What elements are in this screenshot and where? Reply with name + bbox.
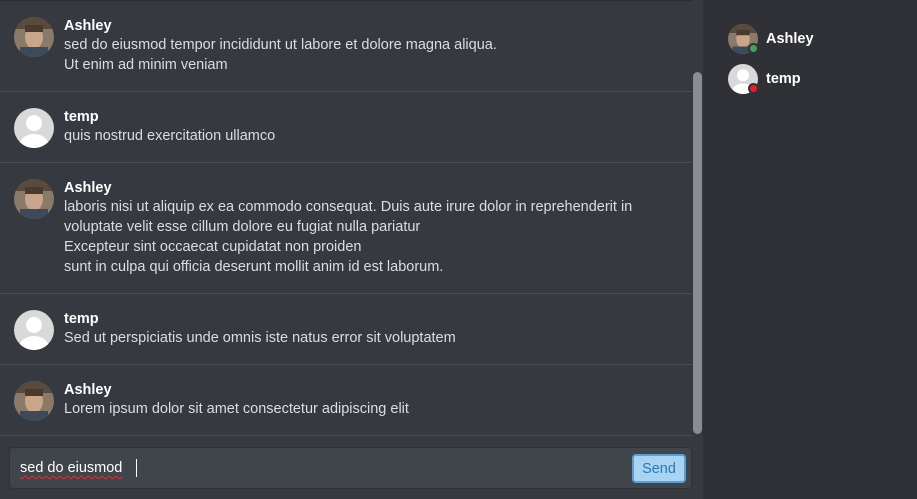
message-author[interactable]: Ashley xyxy=(64,179,680,197)
message-item: temp Sed ut perspiciatis unde omnis iste… xyxy=(0,294,692,365)
message-author[interactable]: Ashley xyxy=(64,381,680,399)
photo-avatar[interactable] xyxy=(14,381,54,421)
message-text: quis nostrud exercitation ullamco xyxy=(64,128,276,144)
online-status-icon xyxy=(748,43,759,54)
message-author[interactable]: temp xyxy=(64,108,680,126)
photo-avatar[interactable] xyxy=(14,17,54,57)
text-caret xyxy=(136,459,137,477)
user-name: temp xyxy=(766,71,801,87)
photo-avatar[interactable] xyxy=(14,179,54,219)
chat-panel: Ashley sed do eiusmod tempor incididunt … xyxy=(0,0,703,499)
message-text: Ut enim ad minim veniam xyxy=(64,57,228,73)
offline-status-icon xyxy=(748,83,759,94)
message-text: laboris nisi ut aliquip ex ea commodo co… xyxy=(64,199,633,215)
message-list[interactable]: Ashley sed do eiusmod tempor incididunt … xyxy=(0,0,692,436)
default-avatar[interactable] xyxy=(14,310,54,350)
message-item: temp quis nostrud exercitation ullamco xyxy=(0,92,692,163)
scrollbar-thumb[interactable] xyxy=(693,72,702,434)
message-item: Ashley laboris nisi ut aliquip ex ea com… xyxy=(0,163,692,294)
default-avatar[interactable] xyxy=(14,108,54,148)
user-name: Ashley xyxy=(766,31,814,47)
message-text: sunt in culpa qui officia deserunt molli… xyxy=(64,259,444,275)
message-text: Excepteur sint occaecat cupidatat non pr… xyxy=(64,239,362,255)
message-author[interactable]: Ashley xyxy=(64,17,680,35)
user-list-sidebar: Ashley temp xyxy=(703,0,917,499)
user-list-item[interactable]: temp xyxy=(728,64,908,94)
message-text: Sed ut perspiciatis unde omnis iste natu… xyxy=(64,330,456,346)
message-composer: sed do eiusmod Send xyxy=(9,447,692,489)
message-item: Ashley Lorem ipsum dolor sit amet consec… xyxy=(0,365,692,436)
message-item: Ashley sed do eiusmod tempor incididunt … xyxy=(0,1,692,92)
message-text: sed do eiusmod tempor incididunt ut labo… xyxy=(64,37,497,53)
message-author[interactable]: temp xyxy=(64,310,680,328)
message-text: Lorem ipsum dolor sit amet consectetur a… xyxy=(64,401,409,417)
message-input[interactable]: sed do eiusmod xyxy=(20,459,122,477)
message-text: voluptate velit esse cillum dolore eu fu… xyxy=(64,219,421,235)
message-list-scrollbar[interactable] xyxy=(692,0,703,436)
user-list-item[interactable]: Ashley xyxy=(728,24,908,54)
send-button[interactable]: Send xyxy=(632,454,686,483)
